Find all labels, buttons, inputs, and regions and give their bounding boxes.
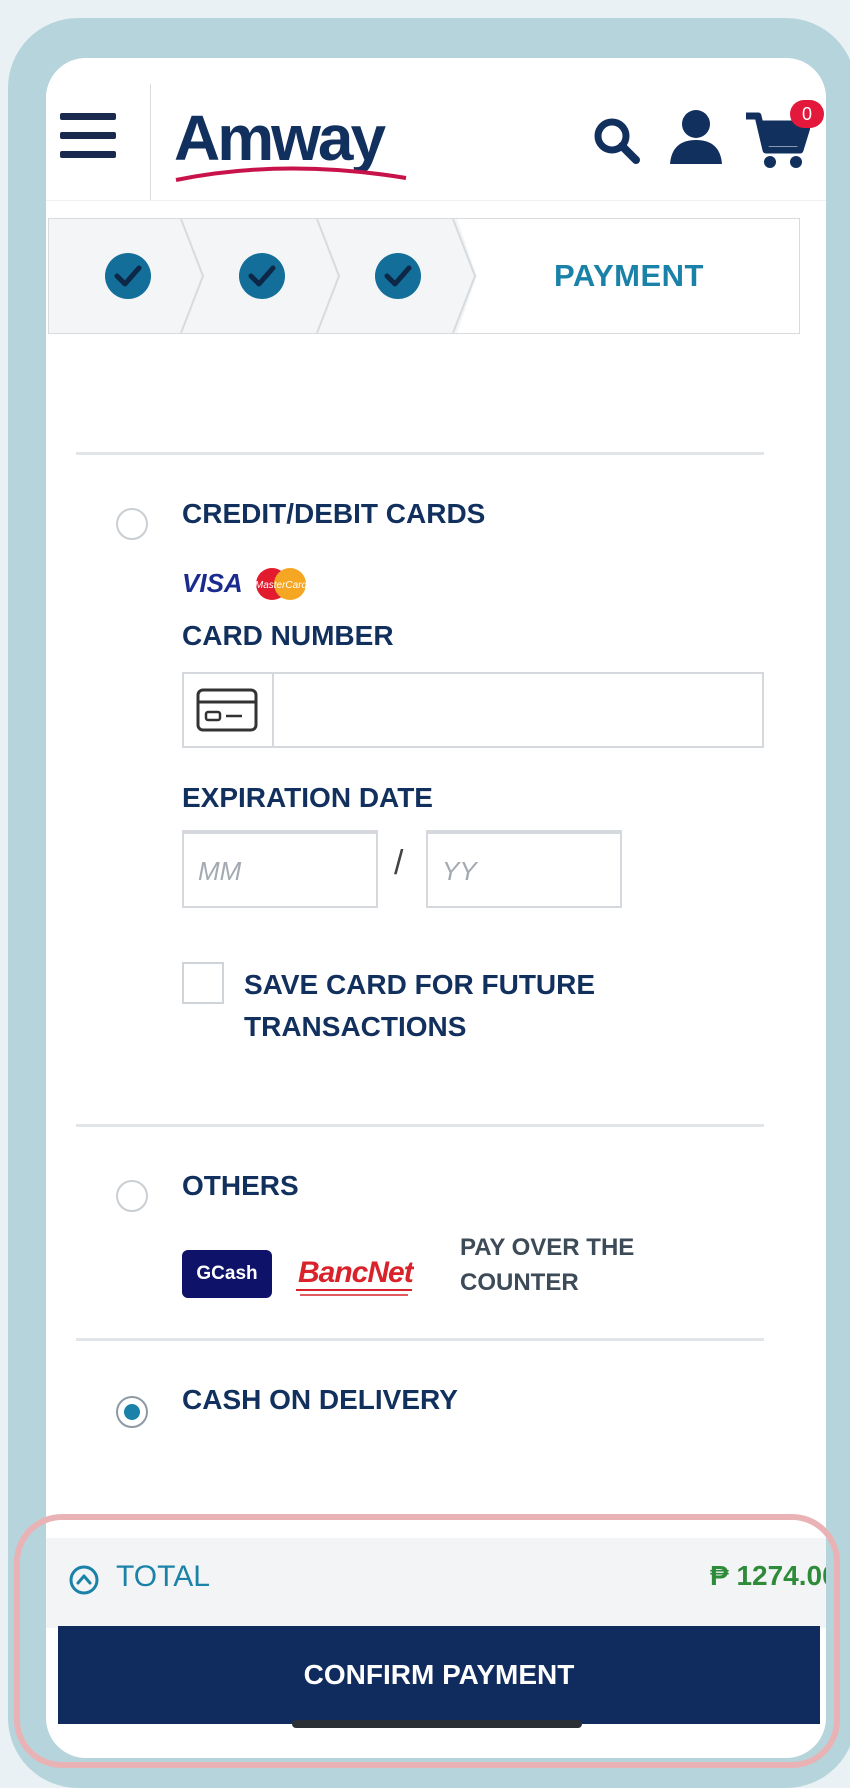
card-number-input[interactable] xyxy=(284,684,748,738)
card-number-label: CARD NUMBER xyxy=(182,620,394,651)
gcash-logo: GCash xyxy=(182,1250,272,1298)
expiration-separator: / xyxy=(394,844,404,882)
exp-month-box xyxy=(182,830,378,908)
divider xyxy=(76,1338,764,1341)
card-brands: VISA MasterCard xyxy=(182,568,308,600)
otc-line1: PAY OVER THE xyxy=(460,1234,635,1261)
save-card-label-line2: TRANSACTIONS xyxy=(244,1011,467,1042)
save-card-label-line1: SAVE CARD FOR FUTURE xyxy=(244,969,596,1000)
others-radio[interactable] xyxy=(116,1180,148,1212)
expiration-date-label: EXPIRATION DATE xyxy=(182,782,433,813)
otc-line2: COUNTER xyxy=(460,1269,579,1296)
credit-debit-label: CREDIT/DEBIT CARDS xyxy=(182,498,486,529)
exp-year-box xyxy=(426,830,622,908)
cod-label: CASH ON DELIVERY xyxy=(182,1384,458,1415)
app-header: Amway 0 xyxy=(46,58,826,201)
step-3-check-icon[interactable] xyxy=(375,253,421,299)
mastercard-logo: MasterCard xyxy=(255,580,308,591)
header-divider xyxy=(150,84,151,200)
divider xyxy=(76,1124,764,1127)
account-icon[interactable] xyxy=(668,108,724,166)
exp-year-input[interactable] xyxy=(440,846,614,896)
checkout-screen: Amway 0 PAYMENT CREDIT/DEBIT CARDS VISA … xyxy=(46,58,826,1758)
step-2-check-icon[interactable] xyxy=(239,253,285,299)
card-number-field xyxy=(182,672,764,748)
cod-radio[interactable] xyxy=(116,1396,148,1428)
step-1-check-icon[interactable] xyxy=(105,253,151,299)
divider xyxy=(76,452,764,455)
step-payment-label: PAYMENT xyxy=(554,258,704,293)
exp-month-input[interactable] xyxy=(196,846,370,896)
hamburger-menu-icon[interactable] xyxy=(60,113,116,159)
pay-over-counter-label: PAY OVER THE COUNTER xyxy=(460,1230,680,1300)
highlight-outline xyxy=(14,1514,840,1768)
cart-count-badge: 0 xyxy=(790,100,824,128)
credit-debit-radio[interactable] xyxy=(116,508,148,540)
visa-logo: VISA xyxy=(182,568,243,598)
bancnet-text: BancNet xyxy=(298,1256,414,1289)
save-card-label[interactable]: SAVE CARD FOR FUTURE TRANSACTIONS xyxy=(244,964,595,1048)
search-icon[interactable] xyxy=(592,116,642,166)
others-label: OTHERS xyxy=(182,1170,299,1201)
card-icon-box xyxy=(184,674,274,746)
checkout-steps: PAYMENT xyxy=(48,218,800,334)
card-icon xyxy=(196,688,258,732)
bancnet-logo: BancNet xyxy=(296,1256,414,1296)
save-card-checkbox[interactable] xyxy=(182,962,224,1004)
logo-text: Amway xyxy=(174,102,387,174)
amway-logo[interactable]: Amway xyxy=(174,98,414,188)
